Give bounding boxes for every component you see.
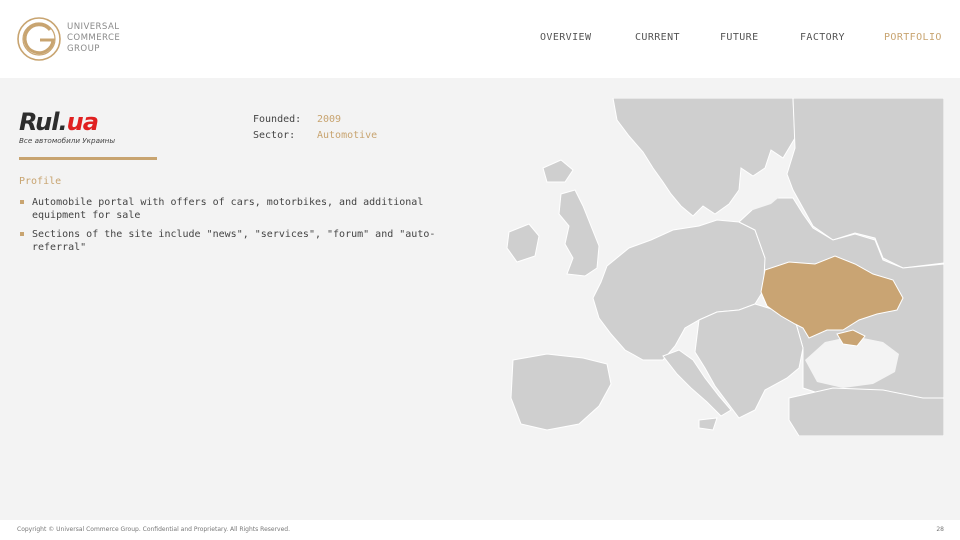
slide-content: Rul.ua Все автомобили Украины Founded: 2… <box>0 78 960 520</box>
nav-current[interactable]: CURRENT <box>635 32 680 43</box>
page-number: 28 <box>936 526 944 533</box>
nav-portfolio[interactable]: PORTFOLIO <box>884 32 942 43</box>
sector-row: Sector: Automotive <box>253 128 377 144</box>
profile-heading: Profile <box>19 176 62 187</box>
company-meta: Founded: 2009 Sector: Automotive <box>253 112 377 144</box>
sector-label: Sector: <box>253 130 296 141</box>
founded-row: Founded: 2009 <box>253 112 377 128</box>
nav-factory[interactable]: FACTORY <box>800 32 845 43</box>
profile-bullets: Automobile portal with offers of cars, m… <box>19 196 479 260</box>
copyright-notice: Copyright © Universal Commerce Group. Co… <box>17 526 291 533</box>
founded-value: 2009 <box>317 114 342 125</box>
europe-map <box>503 98 944 436</box>
top-navigation: OVERVIEW CURRENT FUTURE FACTORY PORTFOLI… <box>0 32 960 46</box>
founded-label: Founded: <box>253 114 302 125</box>
profile-bullet-2: Sections of the site include "news", "se… <box>19 228 479 254</box>
rul-ua-wordmark: Rul.ua <box>19 108 99 136</box>
accent-divider <box>19 157 157 160</box>
rul-ua-tagline: Все автомобили Украины <box>19 136 116 145</box>
nav-future[interactable]: FUTURE <box>720 32 759 43</box>
rul-ua-logo: Rul.ua Все автомобили Украины <box>19 108 131 146</box>
brand-name-part2: ua <box>66 108 99 136</box>
brand-name-part1: Rul. <box>19 108 68 136</box>
nav-overview[interactable]: OVERVIEW <box>540 32 591 43</box>
slide-header: UNIVERSAL COMMERCE GROUP OVERVIEW CURREN… <box>0 0 960 78</box>
slide-footer: Copyright © Universal Commerce Group. Co… <box>0 520 960 540</box>
profile-bullet-1: Automobile portal with offers of cars, m… <box>19 196 479 222</box>
sector-value: Automotive <box>317 130 378 141</box>
